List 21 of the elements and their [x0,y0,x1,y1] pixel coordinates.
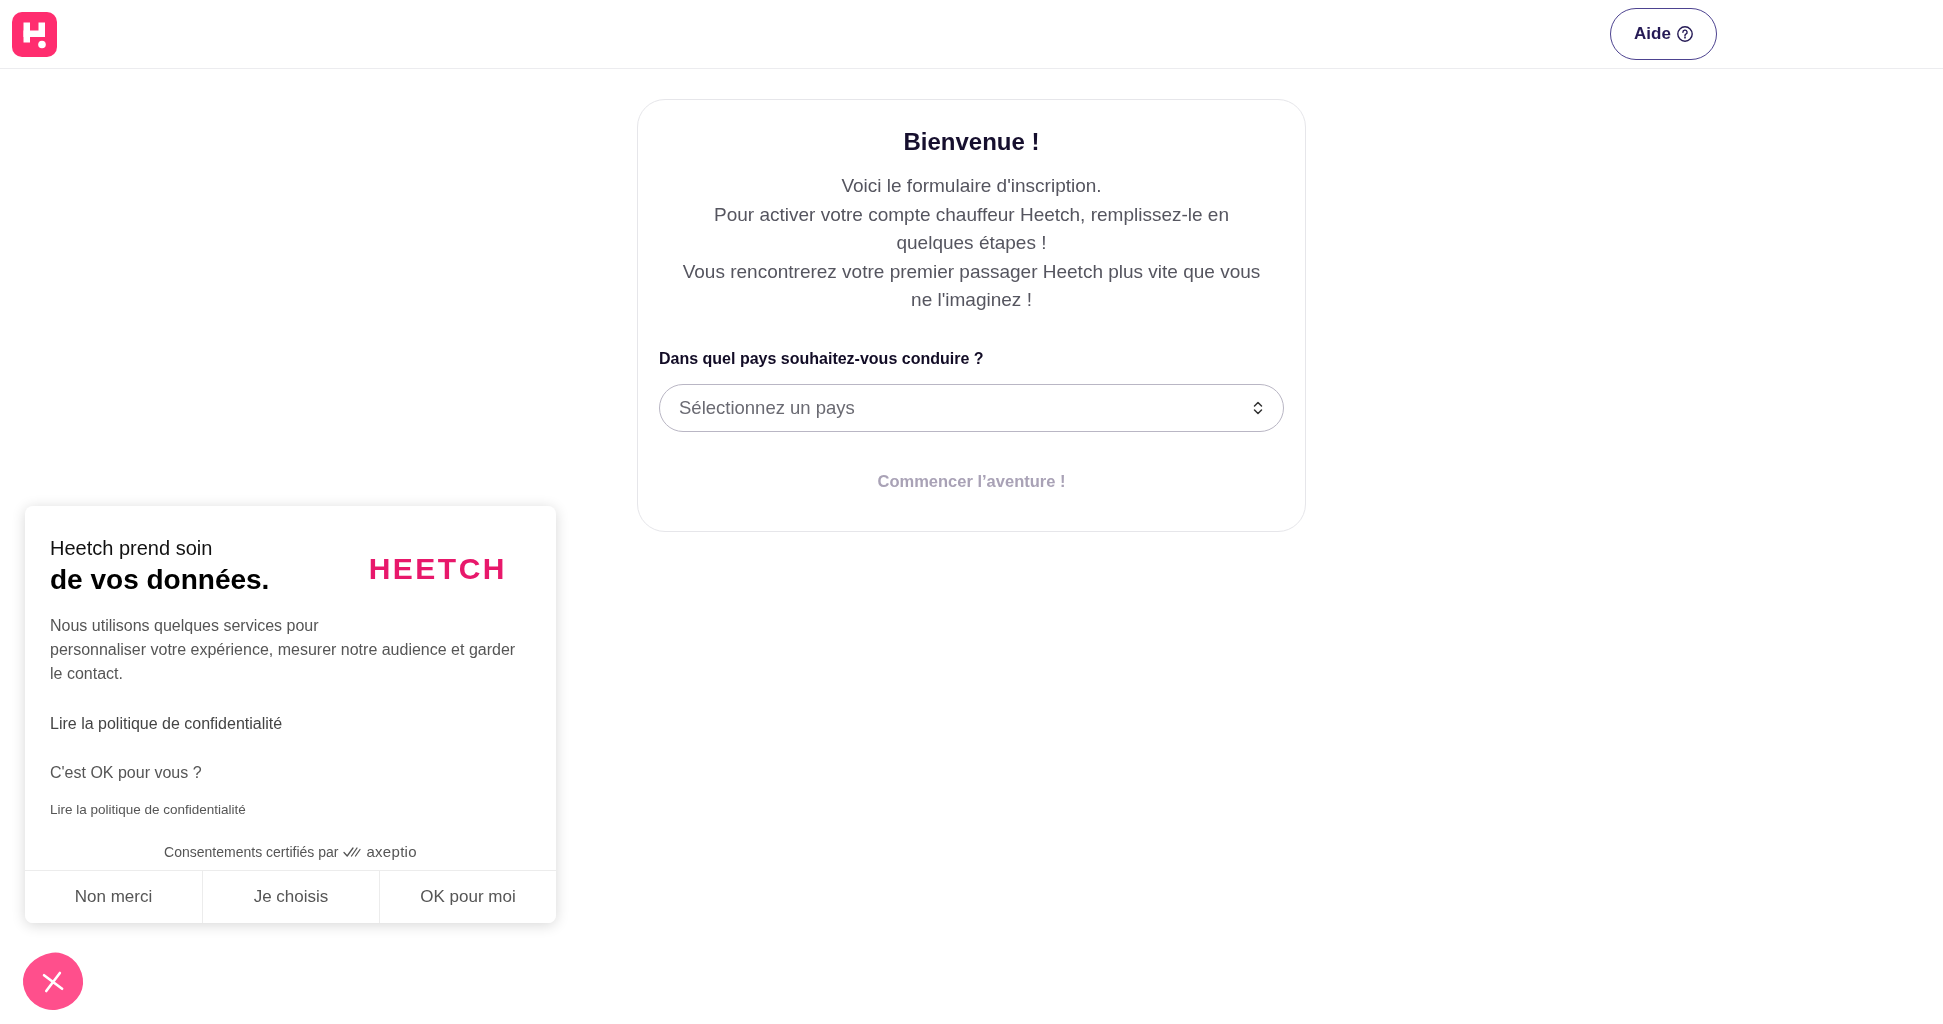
close-icon [41,970,65,993]
logo-icon [12,11,57,57]
check-logo-icon [343,846,362,858]
banner-heading: Heetch prend soin [50,536,214,560]
description-text: Nous utilisons quelques services pour personnaliser votre expérience, mesurer notre audience et garder le contact. [50,616,517,684]
question-circle-icon [1676,26,1693,42]
field-label: Dans quel pays souhaitez-vous conduire ? [659,348,985,369]
privacy-link[interactable]: Lire la politique de confidentialité [50,800,246,820]
help-button[interactable]: Aide [1610,8,1717,60]
customize-button[interactable]: Je choisis [202,871,379,923]
certifier-wordmark[interactable]: axeptio [366,842,417,862]
intro-text: Voici le formulaire d'inscription. Pour activer votre compte chauffeur Heetch, remplissez-le en quelques étapes ! Vous rencontrerez votre premier passager Heetch plus vite que vous ne l'imaginez ! [681,174,1262,313]
chevron-up-down-icon [1253,400,1263,415]
certified-text: Consentements certifiés par [164,843,339,862]
decline-button[interactable]: Non merci [25,871,202,923]
consent-question: C'est OK pour vous ? [50,763,203,783]
banner-heading-bold: de vos données. [50,563,270,597]
accept-button[interactable]: OK pour moi [379,871,556,923]
privacy-link[interactable]: Lire la politique de confidentialité [50,712,283,736]
card-title: Bienvenue ! [902,127,1041,156]
brand-wordmark: HEETCH [368,551,507,586]
